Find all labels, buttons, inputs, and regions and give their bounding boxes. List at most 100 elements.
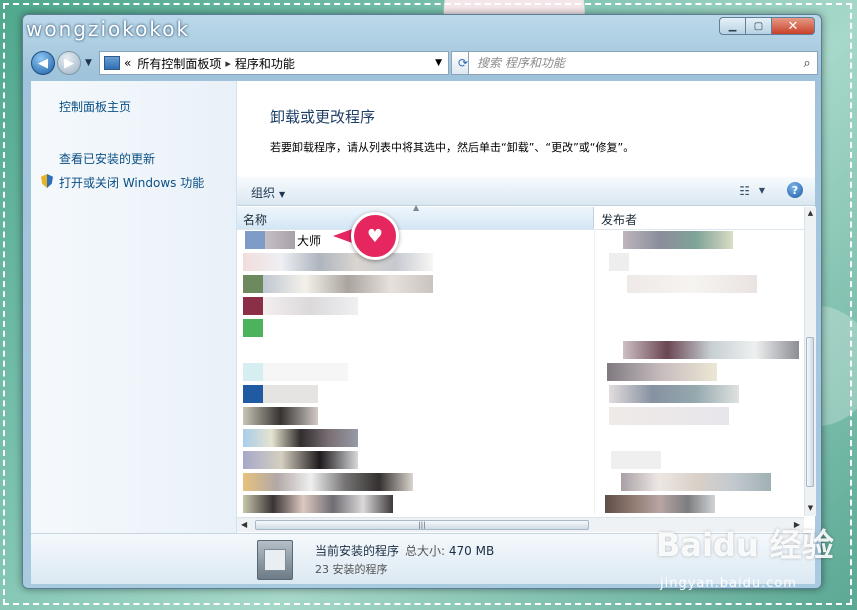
windows-features-link[interactable]: 打开或关闭 Windows 功能 — [59, 174, 204, 191]
blurred-name — [243, 429, 358, 447]
view-installed-updates-link[interactable]: 查看已安装的更新 — [59, 150, 155, 167]
column-header-name[interactable]: 名称 ▲ — [237, 203, 594, 229]
address-bar[interactable]: « 所有控制面板项 ▸ 程序和功能 ▼ — [99, 51, 449, 75]
control-panel-icon — [104, 56, 120, 70]
control-panel-home-link[interactable]: 控制面板主页 — [59, 98, 131, 115]
navigation-bar: ◀ ▶ ▼ « 所有控制面板项 ▸ 程序和功能 ▼ ⟳ ⌕ — [31, 51, 818, 77]
back-button[interactable]: ◀ — [31, 51, 55, 75]
program-icon — [245, 231, 265, 249]
list-item[interactable] — [237, 427, 805, 449]
column-header-publisher[interactable]: 发布者 — [595, 207, 805, 229]
search-icon[interactable]: ⌕ — [797, 56, 817, 71]
blurred-name — [243, 407, 318, 425]
column-divider — [594, 229, 595, 514]
search-box[interactable]: ⌕ — [468, 51, 818, 75]
close-button[interactable]: ✕ — [771, 17, 815, 35]
blurred-publisher — [627, 275, 757, 293]
blurred-name — [265, 231, 295, 249]
breadcrumb-programs[interactable]: 程序和功能 — [235, 55, 295, 72]
organize-label: 组织 — [251, 186, 276, 200]
list-item[interactable] — [237, 493, 805, 515]
blurred-publisher — [621, 473, 771, 491]
total-size-label: 总大小: — [405, 544, 446, 558]
list-item[interactable] — [237, 251, 805, 273]
blurred-name — [263, 385, 318, 403]
view-dropdown[interactable]: ▼ — [759, 186, 765, 195]
list-item[interactable]: 大师 — [237, 229, 805, 251]
heart-icon: ♥ — [351, 212, 399, 260]
title-bar[interactable]: wongziokokok ▁ ▢ ✕ — [23, 15, 821, 47]
package-icon — [257, 540, 293, 580]
search-input[interactable] — [475, 55, 797, 71]
breadcrumb-separator[interactable]: ▸ — [225, 57, 231, 70]
list-item[interactable] — [237, 471, 805, 493]
chevron-down-icon[interactable]: ▼ — [435, 58, 442, 68]
installed-count: 23 安装的程序 — [315, 563, 388, 576]
page-title: 卸载或更改程序 — [270, 108, 376, 126]
installed-programs-label: 当前安装的程序 — [315, 544, 400, 558]
maximize-button[interactable]: ▢ — [745, 17, 771, 35]
scroll-left-icon[interactable]: ◀ — [241, 520, 247, 529]
watermark-url: jingyan.baidu.com — [660, 576, 797, 591]
sort-ascending-icon: ▲ — [413, 203, 420, 212]
scroll-up-icon[interactable]: ▲ — [806, 209, 815, 219]
scroll-thumb[interactable]: ||| — [255, 520, 589, 530]
minimize-icon: ▁ — [728, 20, 737, 32]
list-item[interactable] — [237, 449, 805, 471]
blurred-publisher — [605, 495, 715, 513]
close-icon: ✕ — [787, 18, 799, 34]
organize-menu[interactable]: 组织 ▼ — [251, 184, 285, 201]
program-icon — [243, 385, 263, 403]
scroll-down-icon[interactable]: ▼ — [806, 504, 815, 514]
content-area: 控制面板主页 查看已安装的更新 打开或关闭 Windows 功能 卸载或更改程序… — [31, 81, 816, 584]
program-name: 大师 — [297, 234, 322, 248]
program-icon — [243, 319, 263, 337]
list-item[interactable] — [237, 405, 805, 427]
list-item[interactable] — [237, 295, 805, 317]
blurred-publisher — [623, 341, 799, 359]
total-size-value: 470 MB — [448, 544, 495, 558]
watermark-logo: Baidu 经验 — [656, 526, 834, 564]
vertical-scrollbar[interactable]: ▲ ▼ — [804, 207, 816, 516]
highlight-callout: ♥ — [333, 212, 405, 260]
list-item[interactable] — [237, 317, 805, 339]
page-instructions: 若要卸载程序，请从列表中将其选中，然后单击“卸载”、“更改”或“修复”。 — [270, 141, 635, 154]
blurred-publisher — [609, 407, 729, 425]
caption-buttons: ▁ ▢ ✕ — [719, 17, 815, 37]
programs-window: wongziokokok ▁ ▢ ✕ ◀ ▶ ▼ « 所有控制面板项 ▸ 程序和… — [22, 14, 822, 589]
blurred-name — [263, 297, 358, 315]
minimize-button[interactable]: ▁ — [719, 17, 745, 35]
breadcrumb-all-items[interactable]: 所有控制面板项 — [137, 55, 221, 72]
blurred-name — [243, 473, 413, 491]
breadcrumb-overflow[interactable]: « — [124, 56, 131, 70]
program-list[interactable]: 大师 — [237, 229, 805, 531]
blurred-publisher — [623, 231, 733, 249]
list-item[interactable] — [237, 273, 805, 295]
forward-arrow-icon: ▶ — [64, 55, 74, 71]
recent-pages-dropdown[interactable]: ▼ — [85, 58, 92, 68]
program-icon — [243, 297, 263, 315]
help-icon[interactable]: ? — [787, 182, 803, 198]
command-bar: 组织 ▼ ☷ ▼ ? — [237, 177, 815, 206]
blurred-publisher — [611, 451, 661, 469]
list-item[interactable] — [237, 339, 805, 361]
list-item[interactable] — [237, 361, 805, 383]
blurred-name — [263, 363, 348, 381]
blurred-publisher — [609, 385, 739, 403]
forward-button[interactable]: ▶ — [57, 51, 81, 75]
blurred-publisher — [607, 363, 717, 381]
list-header: 名称 ▲ 发布者 — [237, 203, 815, 230]
blurred-name — [243, 451, 358, 469]
blurred-publisher — [609, 253, 629, 271]
column-name-label: 名称 — [243, 213, 268, 227]
refresh-icon: ⟳ — [457, 56, 469, 70]
blurred-name — [243, 495, 393, 513]
column-publisher-label: 发布者 — [601, 213, 638, 227]
details-title: 当前安装的程序 总大小: 470 MB — [315, 542, 494, 559]
chevron-down-icon: ▼ — [279, 190, 286, 199]
list-item[interactable] — [237, 383, 805, 405]
scroll-thumb[interactable] — [806, 337, 814, 487]
back-arrow-icon: ◀ — [38, 55, 48, 71]
view-icon[interactable]: ☷ — [739, 184, 750, 198]
task-pane: 控制面板主页 查看已安装的更新 打开或关闭 Windows 功能 — [31, 81, 237, 583]
